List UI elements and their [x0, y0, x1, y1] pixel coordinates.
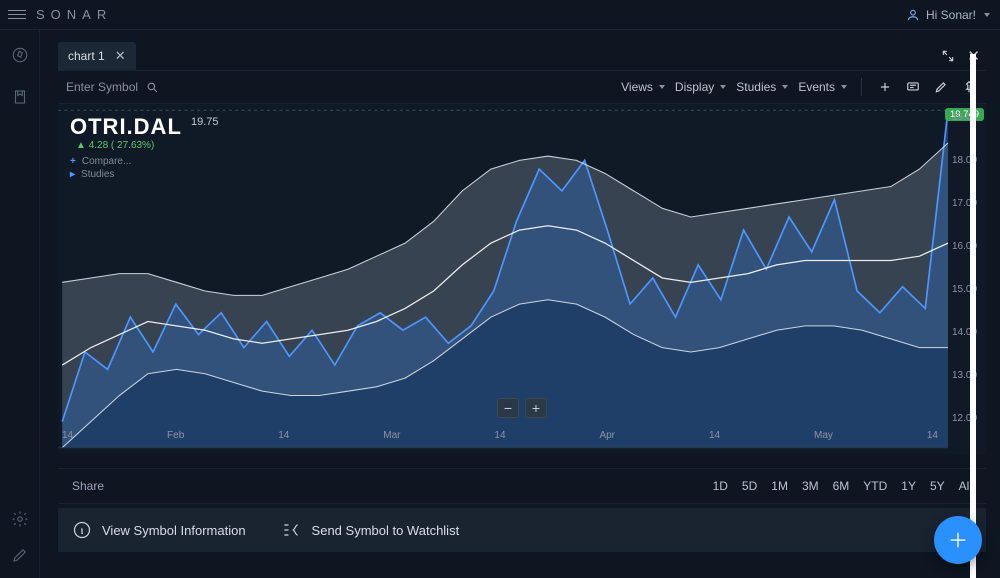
- display-dropdown[interactable]: Display: [675, 80, 726, 94]
- timeframe-6M[interactable]: 6M: [833, 479, 850, 493]
- user-icon: [906, 8, 920, 22]
- scrollbar[interactable]: [970, 54, 976, 578]
- timeframe-YTD[interactable]: YTD: [863, 479, 887, 493]
- chart-tab[interactable]: chart 1 ✕: [58, 42, 136, 70]
- timeframe-1M[interactable]: 1M: [771, 479, 788, 493]
- comment-icon[interactable]: [904, 78, 922, 96]
- close-tab-icon[interactable]: ✕: [115, 48, 126, 64]
- timeframe-selector: 1D5D1M3M6MYTD1Y5YAll: [713, 479, 972, 493]
- symbol-overlay: OTRI.DAL 19.75 ▲ 4.28 ( 27.63%) +Compare…: [70, 114, 218, 181]
- chevron-down-icon: [984, 13, 990, 17]
- pencil-icon[interactable]: [11, 546, 29, 564]
- x-axis: 14Feb14Mar14Apr14May14: [58, 430, 942, 450]
- timeframe-1D[interactable]: 1D: [713, 479, 728, 493]
- expand-icon[interactable]: [941, 49, 955, 63]
- view-symbol-info-button[interactable]: View Symbol Information: [72, 520, 246, 540]
- symbol-input[interactable]: Enter Symbol: [66, 80, 159, 94]
- user-menu[interactable]: Hi Sonar!: [906, 8, 990, 22]
- timeframe-5Y[interactable]: 5Y: [930, 479, 945, 493]
- timeframe-1Y[interactable]: 1Y: [901, 479, 916, 493]
- settings-icon[interactable]: [11, 510, 29, 528]
- symbol-ticker: OTRI.DAL: [70, 114, 182, 140]
- events-dropdown[interactable]: Events: [798, 80, 847, 94]
- symbol-last: 19.75: [191, 116, 219, 128]
- symbol-placeholder: Enter Symbol: [66, 80, 138, 94]
- user-greeting: Hi Sonar!: [926, 8, 976, 22]
- add-icon[interactable]: [876, 78, 894, 96]
- zoom-out-button[interactable]: −: [497, 398, 519, 418]
- share-button[interactable]: Share: [72, 479, 104, 493]
- draw-icon[interactable]: [932, 78, 950, 96]
- timeframe-3M[interactable]: 3M: [802, 479, 819, 493]
- y-axis: 19.0018.0017.0016.0015.0014.0013.0012.00: [946, 112, 986, 424]
- studies-dropdown[interactable]: Studies: [736, 80, 788, 94]
- symbol-delta: 4.28 ( 27.63%): [89, 140, 155, 151]
- info-icon: [72, 520, 92, 540]
- compass-icon[interactable]: [11, 46, 29, 64]
- add-fab[interactable]: [934, 516, 982, 564]
- search-icon: [146, 81, 159, 94]
- studies-button[interactable]: ▸Studies: [70, 168, 218, 181]
- timeframe-5D[interactable]: 5D: [742, 479, 757, 493]
- compare-button[interactable]: +Compare...: [70, 155, 218, 168]
- plus-icon: [947, 529, 969, 551]
- menu-button[interactable]: [8, 10, 26, 19]
- send-to-watchlist-button[interactable]: Send Symbol to Watchlist: [280, 520, 460, 540]
- views-dropdown[interactable]: Views: [621, 80, 665, 94]
- tab-label: chart 1: [68, 49, 105, 63]
- bookmark-icon[interactable]: [11, 88, 29, 106]
- zoom-in-button[interactable]: +: [525, 398, 547, 418]
- watchlist-icon: [280, 520, 302, 540]
- left-rail: [0, 30, 40, 578]
- app-logo: SONAR: [36, 7, 112, 22]
- chart-area[interactable]: OTRI.DAL 19.75 ▲ 4.28 ( 27.63%) +Compare…: [58, 104, 986, 454]
